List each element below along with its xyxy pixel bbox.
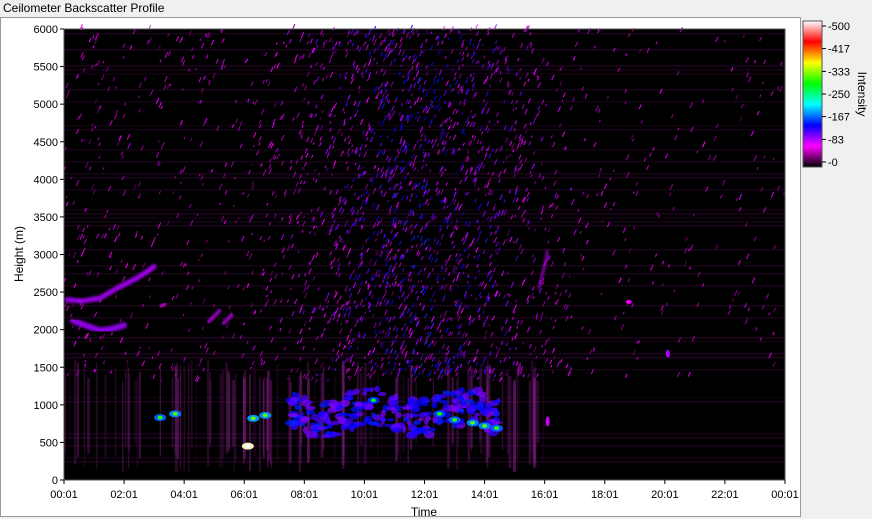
x-axis-title: Time [411,505,438,519]
y-axis: 0 500 1000 1500 2000 2500 3000 3500 4000 4500 5000… [34,24,64,487]
cloud-blob-core [437,412,443,416]
colorbar-tick-label: -83 [828,134,844,146]
x-tick-label: 18:01 [591,489,619,501]
cloud-blob-core [370,398,376,403]
y-tick-label: 0 [52,475,58,487]
y-tick-label: 5000 [34,99,58,111]
colorbar-tick-label: -500 [828,21,850,33]
cloud-blob-core [250,416,256,421]
colorbar-tick-label: -0 [828,157,838,169]
y-tick-label: 2500 [34,287,58,299]
y-tick-label: 5500 [34,62,58,74]
x-tick-label: 12:01 [411,489,439,501]
colorbar-tick-label: -250 [828,89,850,101]
y-tick-label: 500 [40,437,58,449]
cloud-blob-core [245,444,251,448]
colorbar [802,20,823,168]
x-tick-label: 00:01 [50,489,78,501]
x-tick-label: 08:01 [291,489,319,501]
colorbar-title: Intensity [855,72,869,117]
cloud-blob-core [172,412,178,416]
x-tick-label: 06:01 [230,489,258,501]
cloud-blob-core [157,415,163,420]
x-tick-label: 02:01 [110,489,138,501]
y-tick-label: 6000 [34,24,58,36]
y-axis-title: Height (m) [12,226,26,282]
y-tick-label: 3500 [34,212,58,224]
chart-svg: 0 500 1000 1500 2000 2500 3000 3500 4000 4500 5000… [12,20,869,519]
colorbar-tick-label: -333 [828,66,850,78]
x-tick-label: 04:01 [170,489,198,501]
x-tick-label: 16:01 [531,489,559,501]
colorbar-ticks: -0 -83 -167 -250 -333 -417 -500 [822,21,850,169]
colorbar-tick-label: -167 [828,112,850,124]
y-tick-label: 4000 [34,174,58,186]
cloud-blob-core [452,418,458,422]
cloud-blob-core [262,413,268,418]
y-tick-label: 4500 [34,137,58,149]
x-tick-label: 00:01 [771,489,799,501]
backscatter-blob [665,349,670,358]
x-axis: 00:01 02:01 04:01 06:01 08:01 10:01 12:01 14:01… [50,480,799,501]
backscatter-blob [625,299,632,304]
colorbar-tick-label: -417 [828,44,850,56]
y-tick-label: 1000 [34,400,58,412]
y-tick-label: 3000 [34,250,58,262]
x-tick-label: 22:01 [711,489,739,501]
backscatter-blob [545,416,550,427]
x-tick-label: 14:01 [471,489,499,501]
y-tick-label: 1500 [34,362,58,374]
x-tick-label: 20:01 [651,489,679,501]
y-tick-label: 2000 [34,325,58,337]
cloud-blob-core [470,421,476,425]
cloud-blob-core [482,424,488,428]
x-tick-label: 10:01 [351,489,379,501]
cloud-blob-core [494,426,500,430]
